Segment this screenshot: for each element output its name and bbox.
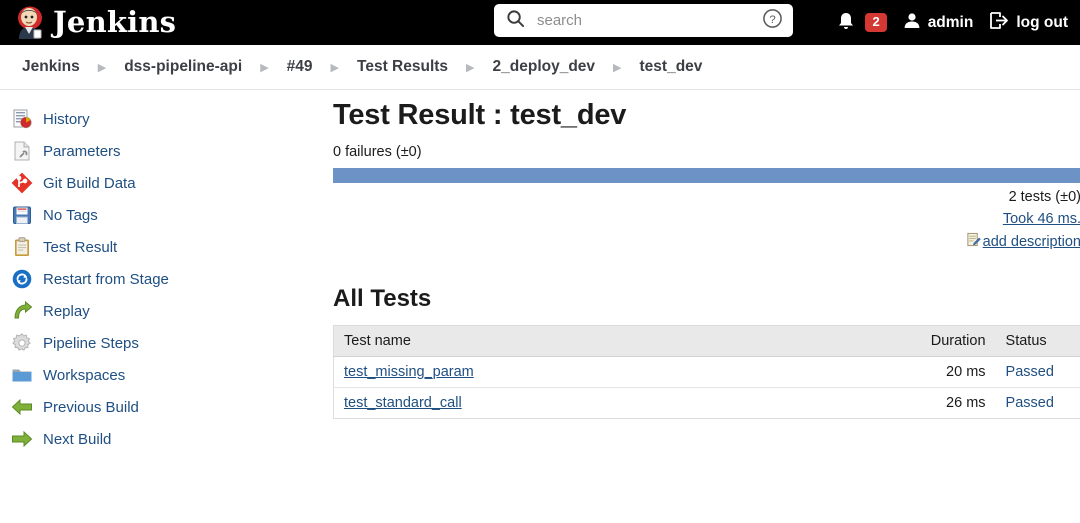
add-description-link[interactable]: add description [983,234,1080,250]
sidebar-item-label: Previous Build [43,398,139,416]
breadcrumb-item-suite[interactable]: test_dev [640,58,703,76]
failures-summary: 0 failures (±0) [333,144,422,160]
all-tests-heading: All Tests [333,285,432,312]
search-icon [506,9,525,33]
test-status-cell: Passed [995,387,1080,419]
sidebar-item-label: Parameters [43,142,121,160]
logout-button[interactable]: log out [989,11,1068,35]
app-header: Jenkins ? 2 [0,0,1080,45]
history-chart-icon [11,108,33,130]
test-status-cell: Passed [995,356,1080,388]
column-header-duration[interactable]: Duration [907,325,996,357]
arrow-right-icon [11,428,33,450]
sidebar-item-parameters[interactable]: Parameters [0,135,327,167]
git-diamond-icon [11,172,33,194]
notification-count-badge: 2 [865,12,887,33]
sidebar-item-next-build[interactable]: Next Build [0,423,327,455]
search-input[interactable] [535,11,762,30]
header-right-actions: 2 admin log out [837,0,1068,45]
column-header-test-name[interactable]: Test name [333,325,908,357]
logout-label: log out [1016,13,1068,31]
sidebar-item-restart-from-stage[interactable]: Restart from Stage [0,263,327,295]
table-row: test_standard_call 26 ms Passed [333,387,1080,419]
sidebar-item-pipeline-steps[interactable]: Pipeline Steps [0,327,327,359]
add-description-row: add description [333,232,1080,252]
notifications-button[interactable]: 2 [837,11,887,35]
table-body: test_missing_param 20 ms Passed test_sta… [333,356,1080,419]
sidebar-item-label: Git Build Data [43,174,136,192]
folder-icon [11,364,33,386]
progress-bar-fill [333,168,1080,183]
chevron-right-icon: ▶ [97,61,107,74]
page-title: Test Result : test_dev [333,99,627,131]
chevron-right-icon: ▶ [330,61,340,74]
test-duration-cell: 26 ms [907,387,996,419]
test-name-link[interactable]: test_missing_param [344,364,474,380]
breadcrumb-item-test-results[interactable]: Test Results [357,58,448,76]
sidebar-item-workspaces[interactable]: Workspaces [0,359,327,391]
table-row: test_missing_param 20 ms Passed [333,356,1080,388]
breadcrumb-item-job[interactable]: dss-pipeline-api [124,58,242,76]
sidebar-item-no-tags[interactable]: No Tags [0,199,327,231]
test-name-cell: test_missing_param [333,356,908,388]
test-name-cell: test_standard_call [333,387,908,419]
sidebar-item-label: Restart from Stage [43,270,169,288]
parameters-document-icon [11,140,33,162]
sidebar-item-label: Replay [43,302,90,320]
main-content: Test Result : test_dev 0 failures (±0) 2… [327,90,1080,523]
sidebar-item-label: Pipeline Steps [43,334,139,352]
user-name-label: admin [927,13,974,31]
test-result-progress-bar [333,168,1080,183]
person-icon [903,11,921,35]
sidebar-item-label: Workspaces [43,366,126,384]
test-name-link[interactable]: test_standard_call [344,395,462,411]
column-header-status[interactable]: Status [995,325,1080,357]
table-header-row: Test name Duration Status [333,325,1080,357]
chevron-right-icon: ▶ [466,61,475,74]
chevron-right-icon: ▶ [260,61,269,74]
took-duration-line: Took 46 ms. [333,211,1080,227]
test-duration-cell: 20 ms [907,356,996,388]
sidebar-item-label: Test Result [43,238,118,256]
gear-icon [11,332,33,354]
help-circle-icon[interactable]: ? [762,8,783,34]
edit-note-icon [966,232,981,252]
user-menu-button[interactable]: admin [903,11,974,35]
breadcrumb-item-jenkins[interactable]: Jenkins [22,58,80,76]
floppy-disk-icon [11,204,33,226]
sidebar-item-label: History [43,110,90,128]
sidebar-item-history[interactable]: History [0,103,327,135]
took-duration-link[interactable]: Took 46 ms. [1003,211,1080,227]
clipboard-icon [11,236,33,258]
sidebar-item-label: Next Build [43,430,112,448]
search-box[interactable]: ? [494,4,793,37]
all-tests-table: Test name Duration Status test_missing_p… [333,325,1080,419]
sidebar-item-label: No Tags [43,206,98,224]
tests-count-summary: 2 tests (±0) [1008,189,1080,205]
restart-circle-icon [11,268,33,290]
sidebar-item-test-result[interactable]: Test Result [0,231,327,263]
jenkins-brand-link[interactable]: Jenkins [14,6,176,40]
sidebar-item-replay[interactable]: Replay [0,295,327,327]
jenkins-butler-logo [14,6,44,40]
sidebar-item-previous-build[interactable]: Previous Build [0,391,327,423]
breadcrumb-item-stage[interactable]: 2_deploy_dev [493,58,596,76]
page-body: History Parameters Git Build Data No Tag… [0,90,1080,523]
bell-icon [837,11,855,35]
logout-arrow-icon [989,11,1009,35]
replay-arrow-icon [11,300,33,322]
chevron-right-icon: ▶ [613,61,622,74]
sidebar: History Parameters Git Build Data No Tag… [0,90,327,523]
table-head: Test name Duration Status [333,325,1080,357]
brand-title: Jenkins [53,5,177,39]
arrow-left-icon [11,396,33,418]
svg-text:?: ? [769,13,775,25]
breadcrumb-item-build[interactable]: #49 [287,58,313,76]
sidebar-item-git-build-data[interactable]: Git Build Data [0,167,327,199]
breadcrumb: Jenkins ▶ dss-pipeline-api ▶ #49 ▶ Test … [0,45,1080,90]
